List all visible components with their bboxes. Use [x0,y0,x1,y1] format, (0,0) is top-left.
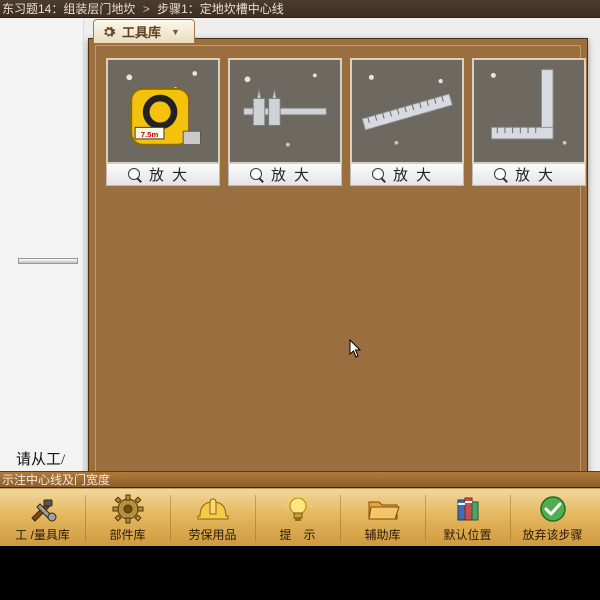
tool-thumb [350,58,464,164]
toolbar-btn-hint[interactable]: 提 示 [255,489,340,547]
stage-area: 请从工/ 工具库 ▼ [0,18,600,471]
toolbar-btn-default-pos[interactable]: 默认位置 [425,489,510,547]
stage-ruler-graphic [18,258,78,264]
breadcrumb: 东习题14：组装层门地坎 > 步骤1：定地坎槽中心线 [0,0,600,18]
toolbar-label: 劳保用品 [188,526,236,543]
svg-text:7.5m: 7.5m [141,130,159,139]
toolbox-row: 7.5m 放大 [96,46,580,198]
stage-prompt-text: 请从工/ [16,448,65,469]
zoom-label: 放大 [271,164,317,185]
zoom-label: 放大 [393,164,439,185]
tool-item-tape-measure[interactable]: 7.5m 放大 [106,58,220,186]
breadcrumb-part1: 东习题14：组装层门地坎 [2,2,135,16]
tool-item-steel-ruler[interactable]: 放大 [350,58,464,186]
toolbar-btn-parts[interactable]: 部件库 [85,489,170,547]
toolbox-panel-inner: 7.5m 放大 [95,45,581,479]
toolbar-label: 默认位置 [443,526,491,543]
zoom-label: 放大 [515,164,561,185]
chevron-down-icon: ▼ [171,27,180,37]
hammer-wrench-icon [26,494,60,524]
magnifier-icon [493,167,509,183]
breadcrumb-part2: 步骤1：定地坎槽中心线 [157,2,284,16]
toolbar-label: 放弃该步骤 [522,526,582,543]
magnifier-icon [249,167,265,183]
books-icon [451,494,485,524]
task-text: 示注中心线及门宽度 [2,473,110,487]
gear-icon [102,25,116,39]
gear-large-icon [111,494,145,524]
toolbox-tab-label: 工具库 [122,22,161,41]
breadcrumb-sep: > [143,2,150,16]
check-circle-icon [536,494,570,524]
toolbox-panel: 工具库 ▼ 7.5m [88,38,588,486]
tape-measure-icon: 7.5m [108,60,218,162]
hardhat-icon [196,494,230,524]
zoom-label: 放大 [149,164,195,185]
toolbar-btn-aux[interactable]: 辅助库 [340,489,425,547]
task-text-bar: 示注中心线及门宽度 [0,471,600,488]
toolbar-label: 工 /量具库 [15,526,70,543]
footer-blank [0,546,600,600]
toolbar-btn-abort[interactable]: 放弃该步骤 [510,489,595,547]
zoom-button[interactable]: 放大 [472,164,586,186]
tool-thumb [228,58,342,164]
zoom-button[interactable]: 放大 [106,164,220,186]
bottom-toolbar: 工 /量具库 部件库 劳保用品 提 示 辅助库 默认位置 放弃该 [0,488,600,546]
carpenter-square-icon [474,60,584,162]
tool-item-carpenter-square[interactable]: 放大 [472,58,586,186]
magnifier-icon [127,167,143,183]
tool-thumb: 7.5m [106,58,220,164]
toolbar-btn-ppe[interactable]: 劳保用品 [170,489,255,547]
toolbox-tab[interactable]: 工具库 ▼ [93,19,195,43]
tool-thumb [472,58,586,164]
magnifier-icon [371,167,387,183]
toolbar-label: 提 示 [279,526,315,543]
stage-left-gutter: 请从工/ [0,18,84,471]
toolbar-label: 辅助库 [364,526,400,543]
lightbulb-icon [281,494,315,524]
vernier-caliper-icon [230,60,340,162]
zoom-button[interactable]: 放大 [228,164,342,186]
steel-ruler-icon [352,60,462,162]
tool-item-vernier-caliper[interactable]: 放大 [228,58,342,186]
zoom-button[interactable]: 放大 [350,164,464,186]
toolbar-label: 部件库 [109,526,145,543]
folder-icon [366,494,400,524]
toolbar-btn-library[interactable]: 工 /量具库 [0,489,85,547]
